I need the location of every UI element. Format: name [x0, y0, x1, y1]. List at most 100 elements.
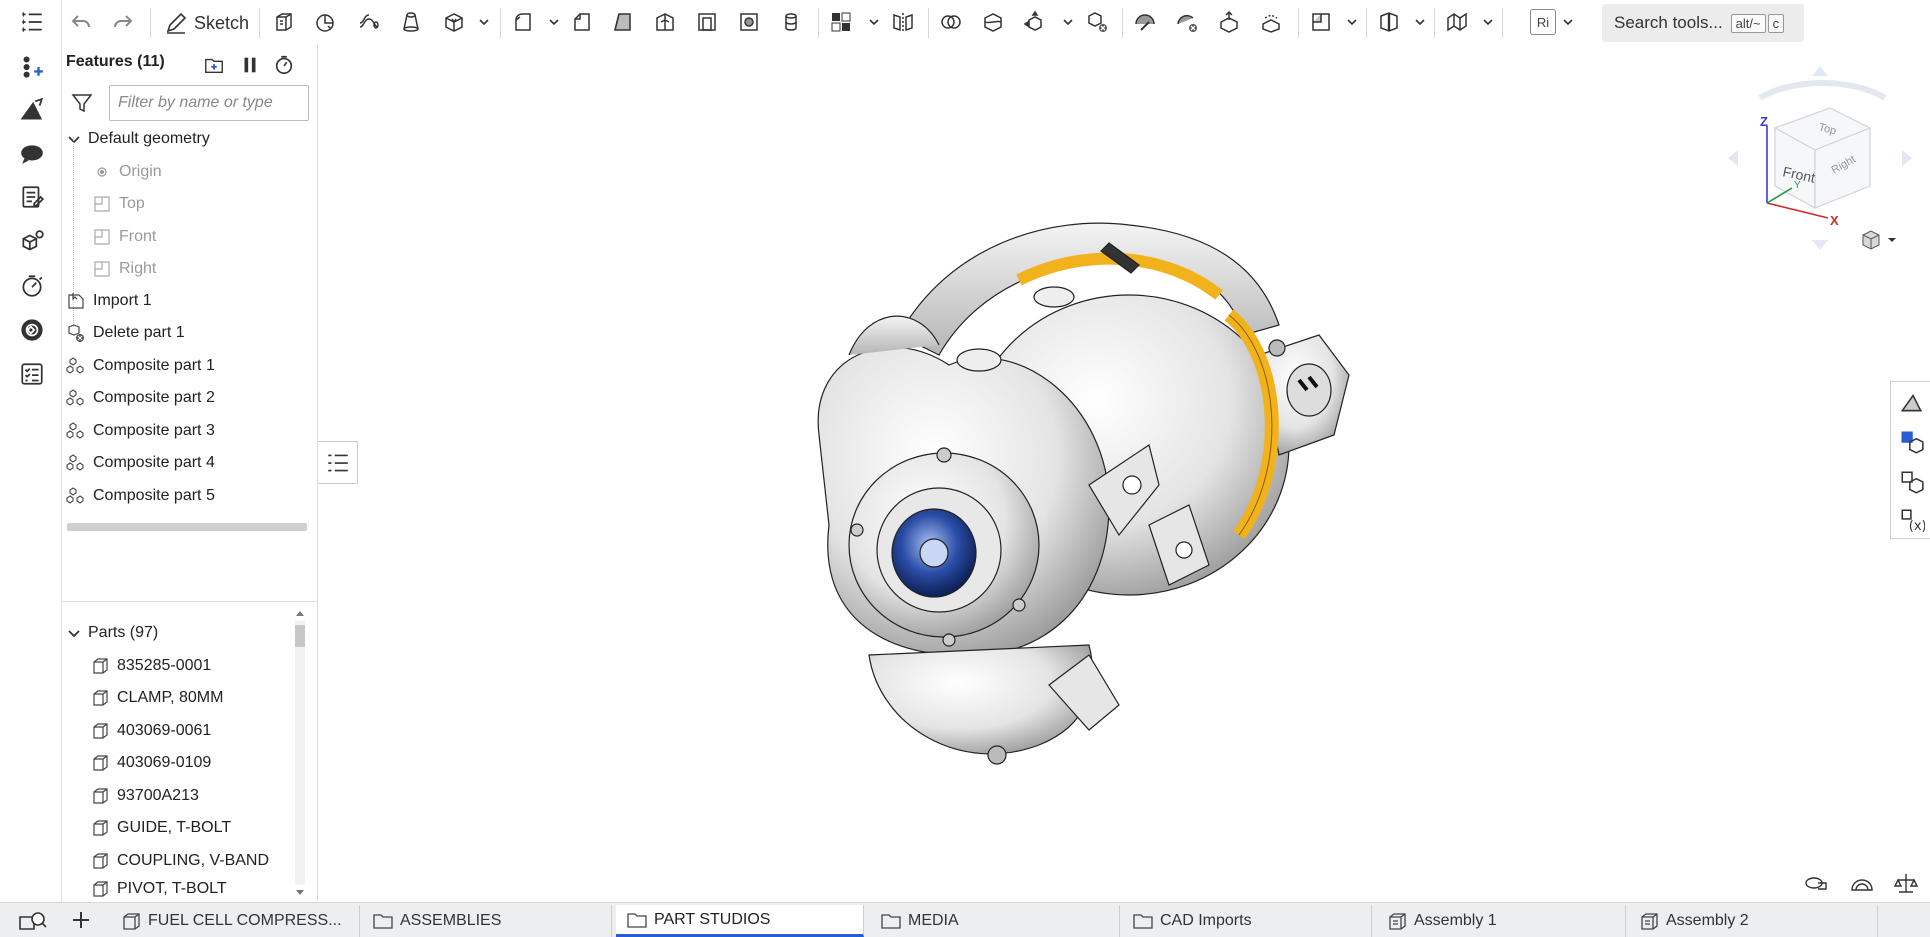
tab-folder-active[interactable]: PART STUDIOS	[616, 905, 864, 937]
surface-icon[interactable]	[1442, 9, 1472, 35]
split-icon[interactable]	[978, 9, 1008, 35]
scroll-track[interactable]	[295, 621, 305, 885]
comment-icon[interactable]	[18, 140, 46, 168]
mass-properties-icon[interactable]	[1892, 872, 1920, 894]
rotate-down-icon[interactable]	[1812, 240, 1828, 250]
extrude-icon[interactable]	[269, 9, 299, 35]
feature-list-icon[interactable]	[18, 8, 46, 36]
checklist-icon[interactable]	[18, 360, 46, 388]
draft-icon[interactable]	[608, 9, 638, 35]
parts-group[interactable]: Parts (97)	[62, 617, 312, 649]
feature-delete-part[interactable]: Delete part 1	[62, 317, 312, 349]
feature-composite-part[interactable]: Composite part 3	[62, 415, 312, 447]
appearance-icon[interactable]	[18, 96, 46, 124]
appearance-panel-icon[interactable]	[1898, 388, 1926, 416]
add-tab-button[interactable]	[66, 907, 96, 933]
measure-icon[interactable]	[1802, 872, 1830, 894]
part-item[interactable]: COUPLING, V-BAND	[62, 845, 287, 877]
default-geometry-group[interactable]: Default geometry	[62, 123, 312, 155]
chevron-down-icon[interactable]	[1346, 14, 1358, 30]
custom-feature-ri[interactable]: Ri	[1530, 9, 1556, 35]
variables-icon[interactable]	[18, 228, 46, 256]
rib-icon[interactable]	[650, 9, 680, 35]
redo-icon[interactable]	[108, 9, 138, 35]
part-item[interactable]: 835285-0001	[62, 650, 287, 682]
filter-icon[interactable]	[70, 91, 94, 115]
chevron-down-icon[interactable]	[1562, 14, 1574, 30]
analysis-icon[interactable]	[18, 316, 46, 344]
feature-composite-part[interactable]: Composite part 4	[62, 447, 312, 479]
search-tools-button[interactable]: Search tools... alt/~ c	[1602, 4, 1804, 42]
boolean-icon[interactable]	[936, 9, 966, 35]
sketch-button[interactable]: Sketch	[158, 8, 255, 38]
pause-icon[interactable]	[238, 53, 262, 77]
move-face-icon[interactable]	[1214, 9, 1244, 35]
rollback-timer-icon[interactable]	[272, 53, 296, 77]
undo-icon[interactable]	[66, 9, 96, 35]
notes-icon[interactable]	[18, 183, 46, 211]
variable-table-icon[interactable]: (x)	[1898, 506, 1926, 534]
rotate-left-icon[interactable]	[1728, 150, 1738, 166]
chamfer-icon[interactable]	[567, 9, 597, 35]
scroll-thumb[interactable]	[295, 625, 305, 647]
feature-front-plane[interactable]: Front	[62, 221, 312, 253]
insert-point-icon[interactable]	[18, 52, 46, 80]
rotate-right-icon[interactable]	[1902, 150, 1912, 166]
feature-import[interactable]: Import 1	[62, 285, 312, 317]
tab-folder[interactable]: ASSEMBLIES	[362, 905, 612, 937]
part-item[interactable]: 93700A213	[62, 780, 287, 812]
chevron-down-icon[interactable]	[66, 625, 82, 641]
feature-composite-part[interactable]: Composite part 5	[62, 480, 312, 512]
chevron-down-icon[interactable]	[478, 14, 490, 30]
tab-assembly[interactable]: Assembly 2	[1628, 905, 1878, 937]
turbocharger-model[interactable]	[789, 185, 1409, 825]
add-folder-icon[interactable]	[202, 53, 226, 77]
chevron-down-icon[interactable]	[66, 131, 82, 147]
tab-folder[interactable]: MEDIA	[870, 905, 1120, 937]
tab-manager-icon[interactable]	[18, 909, 48, 933]
section-view-icon[interactable]	[1848, 872, 1876, 894]
feature-composite-part[interactable]: Composite part 2	[62, 382, 312, 414]
feature-composite-part[interactable]: Composite part 1	[62, 350, 312, 382]
delete-part-icon[interactable]	[1082, 9, 1112, 35]
replace-face-icon[interactable]	[1256, 9, 1286, 35]
panel-divider[interactable]	[62, 601, 317, 602]
delete-face-icon[interactable]	[1172, 9, 1202, 35]
chevron-down-icon[interactable]	[548, 14, 560, 30]
scroll-up-icon[interactable]	[294, 607, 306, 619]
chevron-down-icon[interactable]	[868, 14, 880, 30]
shell-icon[interactable]	[692, 9, 722, 35]
sweep-icon[interactable]	[354, 9, 384, 35]
parts-scrollbar[interactable]	[292, 605, 308, 901]
view-options-menu[interactable]	[1860, 228, 1904, 252]
hole-icon[interactable]	[734, 9, 764, 35]
cylinder-icon[interactable]	[776, 9, 806, 35]
filter-input[interactable]	[109, 85, 309, 121]
tab-folder[interactable]: CAD Imports	[1122, 905, 1372, 937]
sheet-metal-icon[interactable]	[1374, 9, 1404, 35]
chevron-down-icon[interactable]	[1414, 14, 1426, 30]
feature-origin[interactable]: Origin	[62, 156, 312, 188]
part-item[interactable]: 403069-0109	[62, 747, 287, 779]
chevron-down-icon[interactable]	[1482, 14, 1494, 30]
mirror-icon[interactable]	[888, 9, 918, 35]
part-item[interactable]: PIVOT, T-BOLT	[62, 877, 287, 901]
loft-icon[interactable]	[396, 9, 426, 35]
feature-right-plane[interactable]: Right	[62, 253, 312, 285]
tab-assembly[interactable]: Assembly 1	[1376, 905, 1626, 937]
pattern-icon[interactable]	[826, 9, 856, 35]
plane-icon[interactable]	[1306, 9, 1336, 35]
configurations-icon[interactable]	[1898, 428, 1926, 456]
fillet-icon[interactable]	[508, 9, 538, 35]
feature-top-plane[interactable]: Top	[62, 188, 312, 220]
scroll-down-icon[interactable]	[294, 887, 306, 899]
modify-fillet-icon[interactable]	[1130, 9, 1160, 35]
part-item[interactable]: CLAMP, 80MM	[62, 682, 287, 714]
feature-panel-toggle[interactable]	[318, 441, 358, 484]
tab-document[interactable]: FUEL CELL COMPRESS...	[110, 905, 360, 937]
part-item[interactable]: 403069-0061	[62, 715, 287, 747]
bom-icon[interactable]	[1898, 468, 1926, 496]
revolve-icon[interactable]	[311, 9, 341, 35]
thicken-icon[interactable]	[439, 9, 469, 35]
part-item[interactable]: GUIDE, T-BOLT	[62, 812, 287, 844]
